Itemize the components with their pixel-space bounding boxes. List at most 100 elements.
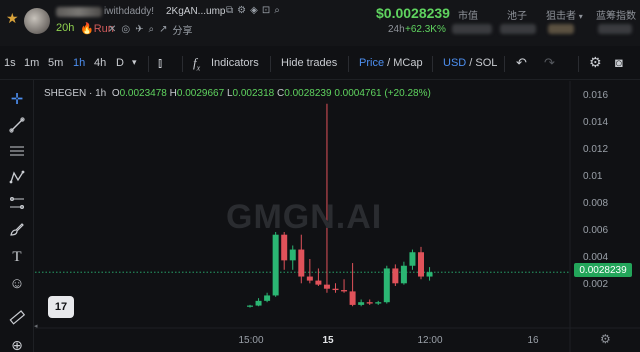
stat-value-blurred xyxy=(598,24,632,34)
lock-icon[interactable]: ⊡ xyxy=(262,5,270,16)
interval-1m[interactable]: 1m xyxy=(24,57,39,69)
settings-gear-icon[interactable]: ⚙ xyxy=(589,54,602,71)
y-tick-label: 0.006 xyxy=(583,225,608,236)
y-tick-label: 0.004 xyxy=(583,252,608,263)
mcap-option[interactable]: MCap xyxy=(393,57,422,69)
divider xyxy=(348,56,349,72)
telegram-icon[interactable]: ✈ xyxy=(135,24,143,35)
drawing-tools-panel: ✛ T ☺ ⊕ xyxy=(0,80,34,352)
token-header: ★ iwithdaddy! 2KgAN...ump ⧉ ⚙ ◈ ⊡ ⌕ 20h … xyxy=(0,0,640,46)
stat-value-blurred xyxy=(452,24,492,34)
chevron-down-icon: ▾ xyxy=(578,12,583,21)
interval-1s[interactable]: 1s xyxy=(4,57,16,69)
candle-body xyxy=(392,268,399,284)
header-action-icons: ⧉ ⚙ ◈ ⊡ ⌕ xyxy=(226,5,280,16)
high-value: 0.0029667 xyxy=(176,88,225,99)
indicators-button[interactable]: Indicators xyxy=(211,57,259,69)
stat-snipers[interactable]: 狙击者 ▾ xyxy=(546,7,583,22)
emoji-icon[interactable]: ☺ xyxy=(8,274,26,292)
stat-pool: 池子 xyxy=(507,11,527,22)
divider xyxy=(270,56,271,72)
token-age: 20h xyxy=(56,22,75,34)
divider xyxy=(182,56,183,72)
candle-body xyxy=(418,252,424,277)
social-links: ✕ ◎ ✈ ⌕ ↗ 分享 xyxy=(108,22,193,37)
candle-body xyxy=(272,234,279,296)
stat-market-cap: 市值 xyxy=(458,11,478,22)
candle-body xyxy=(315,280,322,285)
stat-value-blurred xyxy=(548,24,574,34)
copy-icon[interactable]: ⧉ xyxy=(226,5,233,16)
stat-snipers-label: 狙击者 xyxy=(546,11,576,22)
search-social-icon[interactable]: ⌕ xyxy=(149,24,155,35)
mint-address[interactable]: 2KgAN...ump xyxy=(166,6,225,17)
candle-body xyxy=(383,268,390,303)
candle-body xyxy=(323,284,330,289)
candle-body xyxy=(341,290,348,292)
divider xyxy=(432,56,433,72)
share-icon[interactable]: ↗ xyxy=(159,24,167,35)
y-tick-label: 0.012 xyxy=(583,144,608,155)
candle-body xyxy=(332,288,339,291)
undo-icon[interactable]: ↶ xyxy=(516,55,527,71)
currency-toggle[interactable]: USD / SOL xyxy=(443,57,497,69)
price-change: +62.3K% xyxy=(405,24,446,35)
candle-body xyxy=(264,295,271,301)
open-value: 0.0023478 xyxy=(119,88,167,99)
delta-value: 0.0004761 xyxy=(334,88,382,99)
candle-type-icon[interactable]: ⫾ xyxy=(158,55,162,71)
brush-icon[interactable] xyxy=(8,220,26,238)
candle-body xyxy=(298,249,305,277)
x-icon[interactable]: ✕ xyxy=(108,24,116,35)
y-tick-label: 0.016 xyxy=(583,90,608,101)
watermark: GMGN.AI xyxy=(226,198,383,236)
hide-trades-button[interactable]: Hide trades xyxy=(281,57,337,69)
share-label[interactable]: 分享 xyxy=(173,22,193,37)
globe-icon[interactable]: ◎ xyxy=(121,24,130,35)
symbol-label: SHEGEN · 1h xyxy=(44,88,107,99)
open-key: O xyxy=(111,88,120,99)
tradingview-logo[interactable]: 17 xyxy=(48,296,74,318)
divider xyxy=(148,56,149,72)
horizontal-lines-icon[interactable] xyxy=(8,142,26,160)
candle-body xyxy=(366,302,373,304)
candle-body xyxy=(358,302,365,305)
chart-settings-icon[interactable]: ⚙ xyxy=(600,332,611,346)
candle-body xyxy=(247,305,253,307)
ruler-icon[interactable] xyxy=(8,308,26,326)
chevron-down-icon[interactable]: ▾ xyxy=(132,57,137,68)
search-icon[interactable]: ⌕ xyxy=(274,5,280,16)
usd-option[interactable]: USD xyxy=(443,57,466,69)
stat-value-blurred xyxy=(500,24,536,34)
trend-line-icon[interactable] xyxy=(8,116,26,134)
redo-icon[interactable]: ↷ xyxy=(544,55,555,71)
candle-body xyxy=(255,300,262,306)
high-key: H xyxy=(169,88,177,99)
text-tool-icon[interactable]: T xyxy=(8,248,26,266)
pattern-icon[interactable] xyxy=(8,168,26,186)
interval-5m[interactable]: 5m xyxy=(48,57,63,69)
candle-body xyxy=(306,276,313,281)
gear-icon[interactable]: ⚙ xyxy=(237,5,246,16)
candle-body xyxy=(281,234,288,261)
x-tick-label: 15 xyxy=(322,335,334,346)
fib-retracement-icon[interactable] xyxy=(8,194,26,212)
sol-option[interactable]: SOL xyxy=(475,57,497,69)
pill-icon[interactable]: ◈ xyxy=(250,5,258,16)
current-price-tag: 0.0028239 xyxy=(574,263,632,277)
price-option[interactable]: Price xyxy=(359,57,384,69)
crosshair-icon[interactable]: ✛ xyxy=(8,90,26,108)
function-icon[interactable]: fx xyxy=(193,55,200,73)
creator-handle[interactable]: iwithdaddy! xyxy=(104,6,154,17)
price-mcap-toggle[interactable]: Price / MCap xyxy=(359,57,423,69)
interval-d[interactable]: D xyxy=(116,57,124,69)
change-period: 24h xyxy=(388,24,405,35)
y-tick-label: 0.014 xyxy=(583,117,608,128)
y-tick-label: 0.01 xyxy=(583,171,603,182)
interval-4h[interactable]: 4h xyxy=(94,57,106,69)
favorite-star-icon[interactable]: ★ xyxy=(6,10,19,27)
interval-1h[interactable]: 1h xyxy=(73,57,85,69)
candle-body xyxy=(289,249,296,261)
camera-icon[interactable]: ◙ xyxy=(615,55,623,70)
zoom-in-icon[interactable]: ⊕ xyxy=(8,336,26,352)
